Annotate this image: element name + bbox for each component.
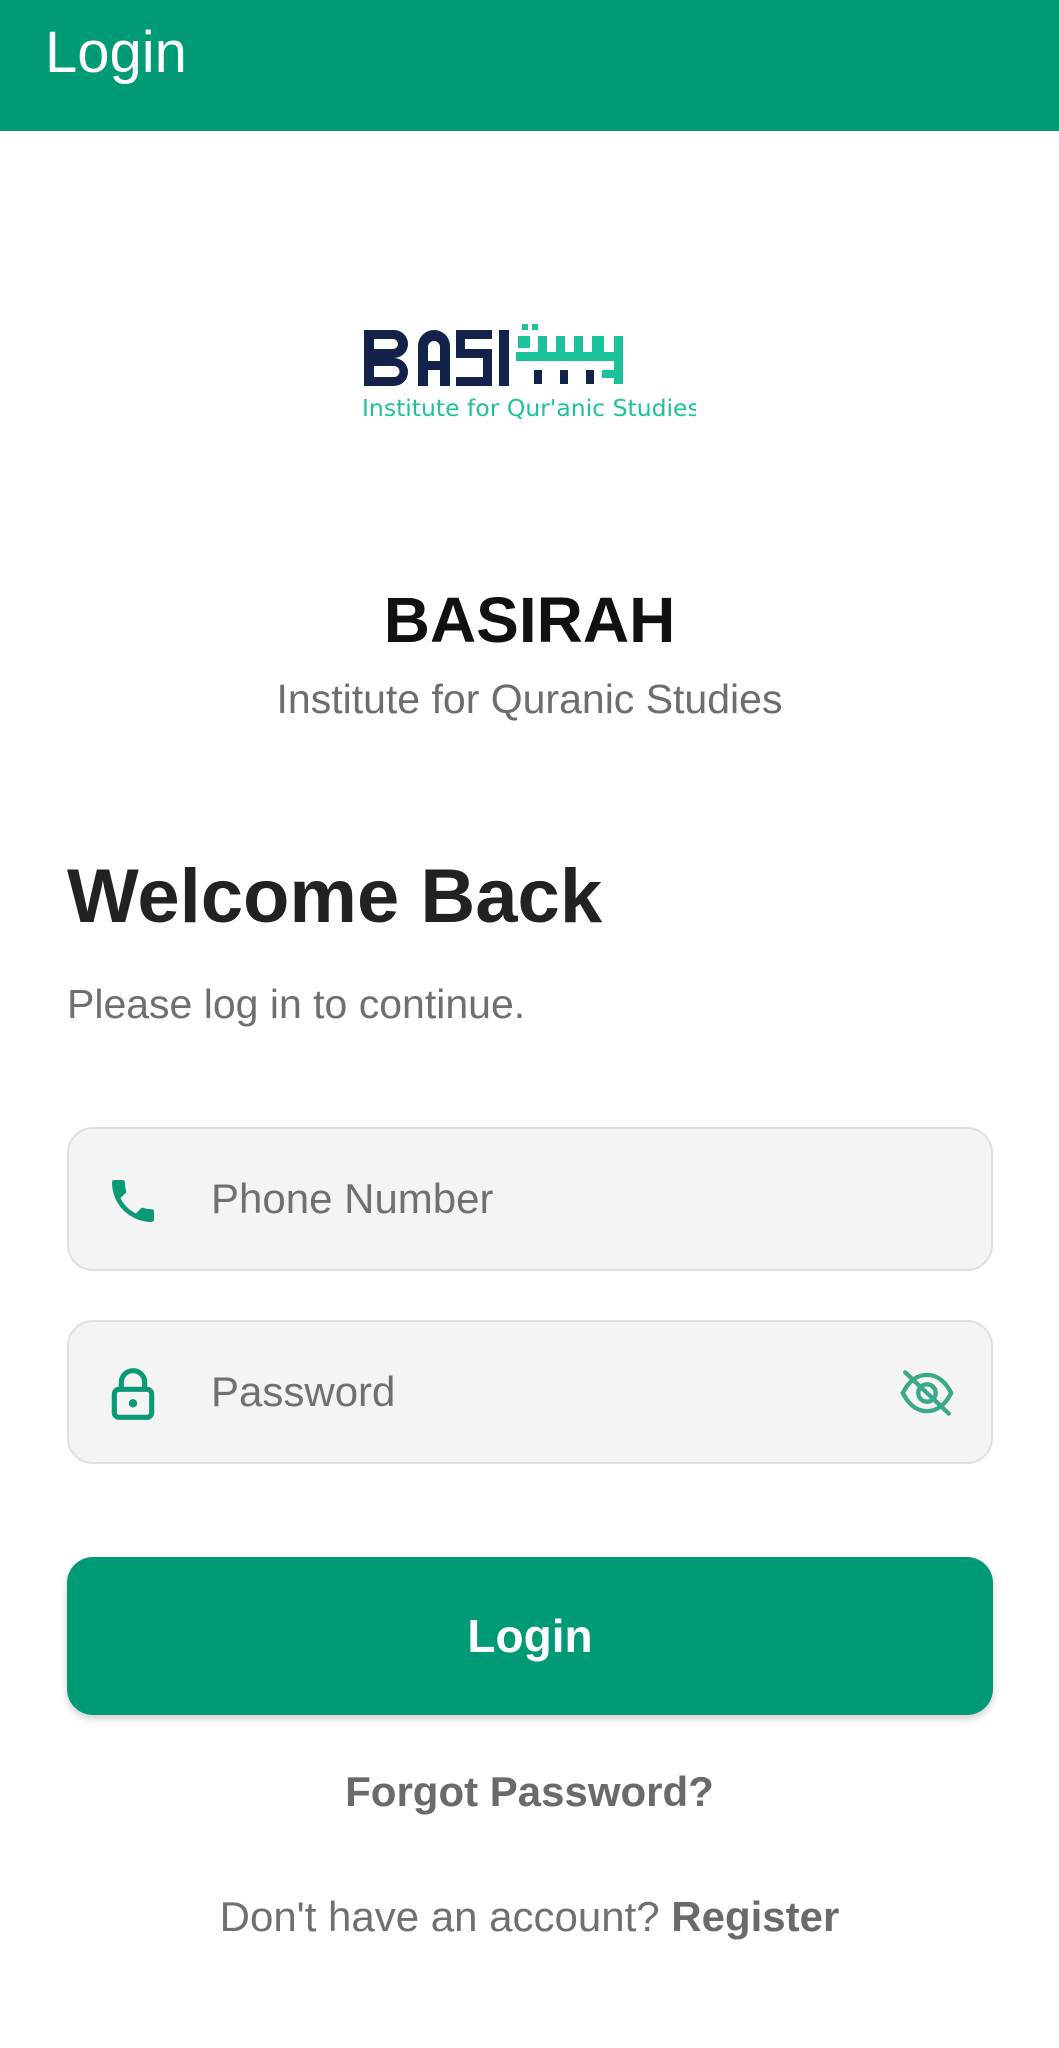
password-field[interactable] [67, 1320, 993, 1464]
basirah-logo: Institute for Qur'anic Studies [362, 324, 696, 422]
forgot-password-row: Forgot Password? [0, 1767, 1059, 1817]
app-bar-title: Login [45, 20, 187, 85]
password-input[interactable] [211, 1322, 811, 1462]
logo-tagline: Institute for Qur'anic Studies [362, 394, 696, 422]
app-bar: Login [0, 0, 1059, 131]
brand-subtitle: Institute for Quranic Studies [276, 676, 783, 722]
brand-title: BASIRAH [383, 584, 676, 656]
lock-icon [111, 1368, 155, 1420]
register-row: Don't have an account? Register [0, 1892, 1059, 1942]
login-button[interactable]: Login [67, 1557, 993, 1715]
phone-icon [112, 1180, 154, 1222]
register-link[interactable]: Register [671, 1893, 839, 1940]
phone-input[interactable] [211, 1129, 811, 1269]
phone-field[interactable] [67, 1127, 993, 1271]
welcome-subheading: Please log in to continue. [67, 981, 526, 1027]
welcome-heading: Welcome Back [67, 854, 603, 939]
forgot-password-link[interactable]: Forgot Password? [345, 1768, 714, 1815]
register-prompt: Don't have an account? [219, 1893, 660, 1940]
visibility-off-icon[interactable] [895, 1364, 959, 1422]
